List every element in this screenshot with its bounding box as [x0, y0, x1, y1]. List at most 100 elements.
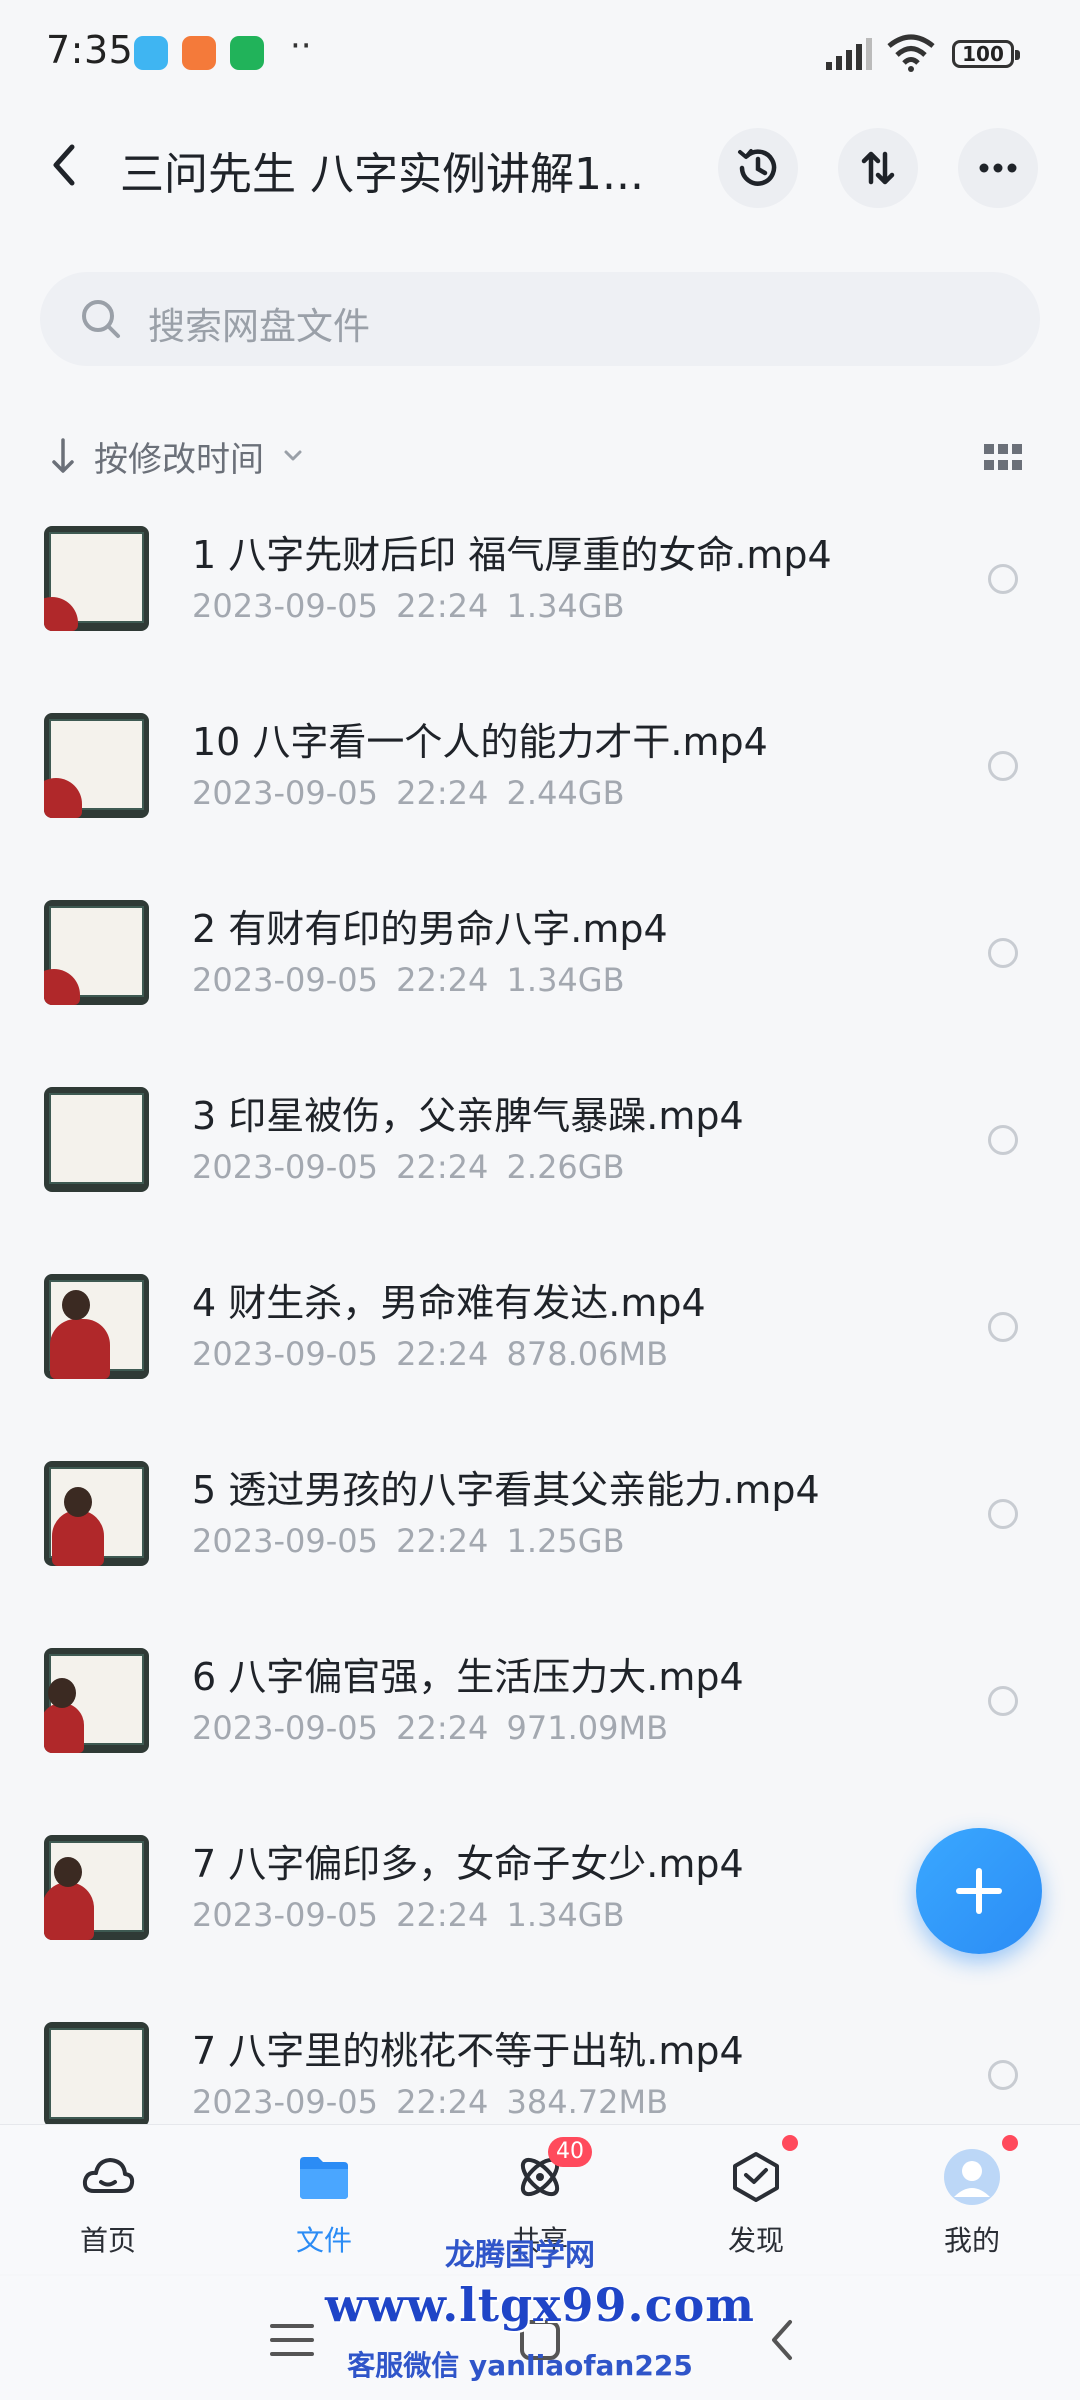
file-date: 2023-09-05 [192, 2083, 378, 2121]
status-more-dots: ·· [290, 26, 312, 66]
file-meta: 2023-09-05 22:24 1.34GB [192, 587, 625, 625]
file-date: 2023-09-05 [192, 774, 378, 812]
file-row[interactable]: 3 印星被伤，父亲脾气暴躁.mp4 2023-09-05 22:24 2.26G… [0, 1063, 1080, 1250]
video-thumbnail [44, 713, 149, 818]
sort-label: 按修改时间 [94, 439, 264, 480]
system-nav-bar [0, 2276, 1080, 2400]
me-badge-dot [1002, 2135, 1018, 2151]
file-meta: 2023-09-05 22:24 971.09MB [192, 1709, 668, 1747]
file-date: 2023-09-05 [192, 587, 378, 625]
home-square-icon[interactable] [510, 2310, 570, 2370]
nav-label-me: 我的 [943, 2224, 1000, 2257]
file-meta: 2023-09-05 22:24 2.44GB [192, 774, 625, 812]
file-date: 2023-09-05 [192, 1709, 378, 1747]
file-name: 7 八字偏印多，女命子女少.mp4 [192, 1842, 744, 1886]
file-size: 1.34GB [506, 1896, 625, 1934]
phone-call-icon [230, 36, 264, 70]
file-size: 384.72MB [506, 2083, 669, 2121]
transfer-arrows-icon [861, 151, 895, 185]
file-name: 3 印星被伤，父亲脾气暴躁.mp4 [192, 1094, 744, 1138]
sort-selector[interactable]: 按修改时间 [46, 428, 306, 484]
share-badge: 40 [548, 2137, 592, 2167]
file-size: 2.44GB [506, 774, 625, 812]
status-bar: 7:35 ·· 100 [0, 0, 1080, 110]
transfer-button[interactable] [838, 128, 918, 208]
file-meta: 2023-09-05 22:24 384.72MB [192, 2083, 668, 2121]
search-input[interactable]: 搜索网盘文件 [40, 272, 1040, 366]
add-button[interactable] [916, 1828, 1042, 1954]
select-checkbox[interactable] [988, 564, 1018, 594]
nav-label-discover: 发现 [727, 2224, 784, 2257]
file-time: 22:24 [396, 1335, 489, 1373]
file-row[interactable]: 2 有财有印的男命八字.mp4 2023-09-05 22:24 1.34GB [0, 876, 1080, 1063]
video-thumbnail [44, 1274, 149, 1379]
file-date: 2023-09-05 [192, 1522, 378, 1560]
file-meta: 2023-09-05 22:24 1.34GB [192, 961, 625, 999]
discover-badge-dot [782, 2135, 798, 2151]
select-checkbox[interactable] [988, 1125, 1018, 1155]
file-time: 22:24 [396, 1148, 489, 1186]
grid-view-icon[interactable] [984, 444, 1022, 472]
video-thumbnail [44, 1087, 149, 1192]
signal-icon [826, 38, 872, 70]
file-name: 5 透过男孩的八字看其父亲能力.mp4 [192, 1468, 820, 1512]
history-button[interactable] [718, 128, 798, 208]
select-checkbox[interactable] [988, 2060, 1018, 2090]
video-thumbnail [44, 1648, 149, 1753]
file-name: 6 八字偏官强，生活压力大.mp4 [192, 1655, 744, 1699]
nav-label-home: 首页 [79, 2224, 136, 2257]
video-thumbnail [44, 2022, 149, 2127]
file-meta: 2023-09-05 22:24 2.26GB [192, 1148, 625, 1186]
video-thumbnail [44, 1835, 149, 1940]
search-icon [82, 300, 120, 338]
file-time: 22:24 [396, 2083, 489, 2121]
nav-label-share: 共享 [511, 2224, 568, 2257]
file-row[interactable]: 1 八字先财后印 福气厚重的女命.mp4 2023-09-05 22:24 1.… [0, 502, 1080, 689]
back-triangle-icon[interactable] [752, 2310, 812, 2370]
video-thumbnail [44, 1461, 149, 1566]
file-row[interactable]: 5 透过男孩的八字看其父亲能力.mp4 2023-09-05 22:24 1.2… [0, 1437, 1080, 1624]
menu-lines-icon[interactable] [262, 2310, 322, 2370]
file-time: 22:24 [396, 1709, 489, 1747]
nav-item-discover[interactable]: 发现 [686, 2135, 826, 2265]
home-cloud-icon [82, 2158, 135, 2193]
nav-item-me[interactable]: 我的 [902, 2135, 1042, 2265]
select-checkbox[interactable] [988, 938, 1018, 968]
file-row[interactable]: 10 八字看一个人的能力才干.mp4 2023-09-05 22:24 2.44… [0, 689, 1080, 876]
file-size: 878.06MB [506, 1335, 669, 1373]
file-meta: 2023-09-05 22:24 1.34GB [192, 1896, 625, 1934]
wifi-icon [887, 34, 935, 72]
messaging-app-icon [134, 36, 168, 70]
file-meta: 2023-09-05 22:24 1.25GB [192, 1522, 625, 1560]
more-button[interactable] [958, 128, 1038, 208]
back-button[interactable] [40, 135, 90, 195]
select-checkbox[interactable] [988, 1686, 1018, 1716]
discover-cube-icon [733, 2152, 779, 2202]
select-checkbox[interactable] [988, 1312, 1018, 1342]
file-time: 22:24 [396, 961, 489, 999]
file-size: 971.09MB [506, 1709, 669, 1747]
nav-item-files[interactable]: 文件 [254, 2135, 394, 2265]
file-name: 4 财生杀，男命难有发达.mp4 [192, 1281, 706, 1325]
folder-icon [300, 2157, 348, 2199]
history-clock-icon [738, 149, 777, 186]
nav-item-home[interactable]: 首页 [38, 2135, 178, 2265]
bottom-nav: 首页 文件 40 共享 发现 我的 [0, 2124, 1080, 2274]
video-thumbnail [44, 526, 149, 631]
select-checkbox[interactable] [988, 751, 1018, 781]
file-row[interactable]: 4 财生杀，男命难有发达.mp4 2023-09-05 22:24 878.06… [0, 1250, 1080, 1437]
more-dots-icon [979, 163, 1017, 173]
file-name: 7 八字里的桃花不等于出轨.mp4 [192, 2029, 744, 2073]
page-title: 三问先生 八字实例讲解1... [120, 149, 644, 200]
chevron-down-icon [284, 450, 302, 461]
shopping-app-icon [182, 36, 216, 70]
file-size: 1.34GB [506, 587, 625, 625]
file-row[interactable]: 6 八字偏官强，生活压力大.mp4 2023-09-05 22:24 971.0… [0, 1624, 1080, 1811]
file-date: 2023-09-05 [192, 1335, 378, 1373]
file-date: 2023-09-05 [192, 1896, 378, 1934]
select-checkbox[interactable] [988, 1499, 1018, 1529]
file-meta: 2023-09-05 22:24 878.06MB [192, 1335, 668, 1373]
nav-label-files: 文件 [295, 2224, 352, 2257]
file-date: 2023-09-05 [192, 1148, 378, 1186]
nav-item-share[interactable]: 40 共享 [470, 2135, 610, 2265]
